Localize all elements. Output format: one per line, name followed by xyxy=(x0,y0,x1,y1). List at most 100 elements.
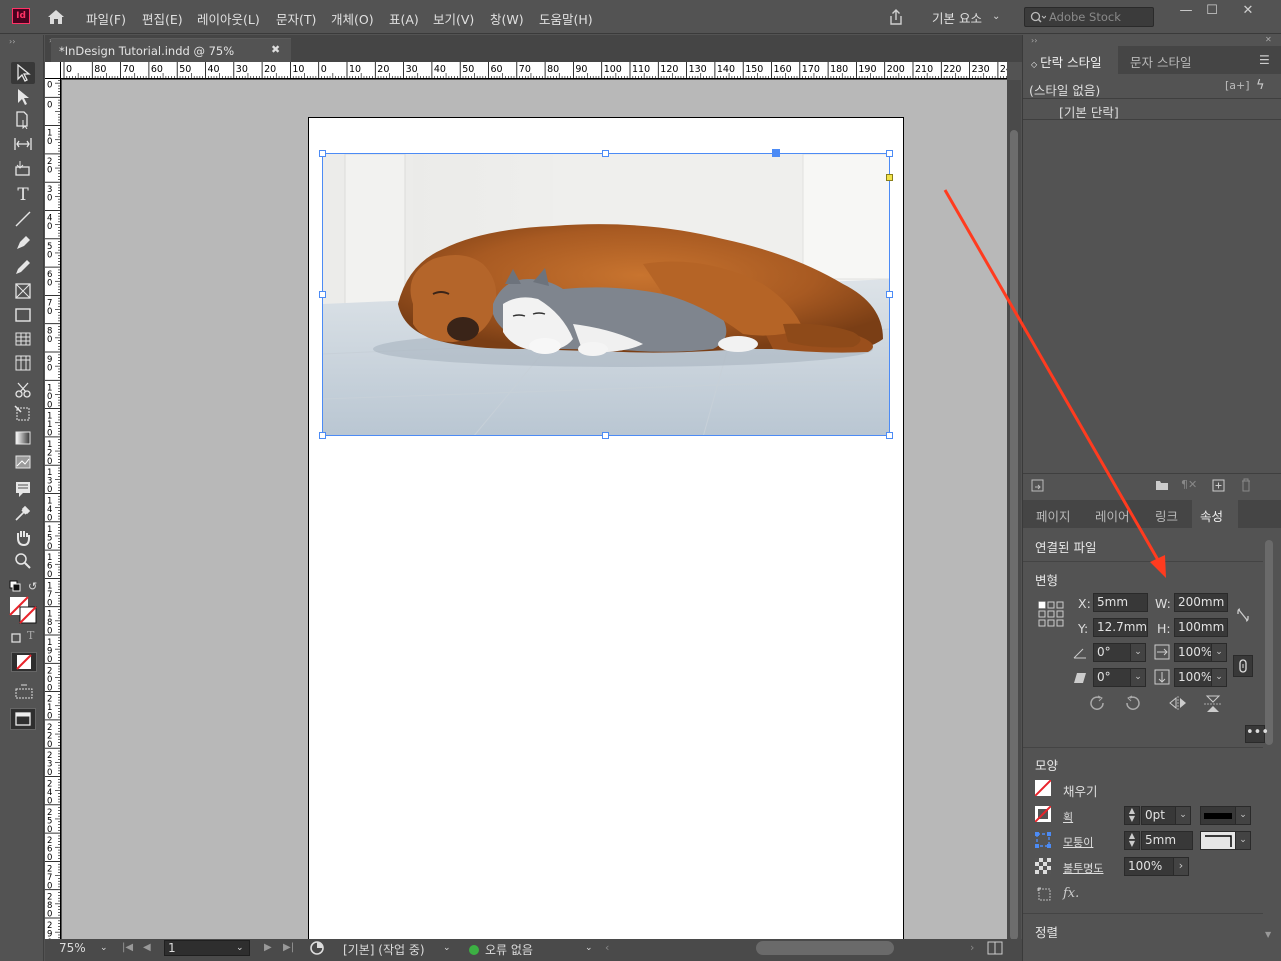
zoom-chevron-icon[interactable]: ⌄ xyxy=(100,943,108,953)
resize-handle[interactable] xyxy=(602,432,609,439)
object-effects-icon[interactable] xyxy=(1037,887,1053,906)
shear-angle-field[interactable]: 0° xyxy=(1093,668,1133,687)
menu-view[interactable]: 보기(V) xyxy=(433,9,474,28)
pencil-tool-icon[interactable] xyxy=(11,256,35,278)
hand-tool-icon[interactable] xyxy=(11,526,35,548)
swap-colors-icon[interactable]: ↺ xyxy=(28,580,37,593)
prev-page-icon[interactable]: ◀ xyxy=(143,942,151,953)
preflight-profile[interactable]: [기본] (작업 중) xyxy=(343,941,425,958)
tab-properties[interactable]: 속성 xyxy=(1192,500,1238,528)
menu-file[interactable]: 파일(F) xyxy=(86,9,126,28)
resize-handle[interactable] xyxy=(886,432,893,439)
rotation-angle-field[interactable]: 0° xyxy=(1093,643,1133,662)
rectangle-frame-tool-icon[interactable] xyxy=(11,280,35,302)
note-tool-icon[interactable] xyxy=(11,478,35,500)
line-tool-icon[interactable] xyxy=(11,208,35,230)
scrollbar-thumb[interactable] xyxy=(1010,130,1018,940)
fx-icon[interactable]: fx. xyxy=(1063,886,1079,901)
vertical-ruler[interactable]: 1001020304050607080901001101201301401501… xyxy=(45,79,61,939)
link-scale-icon[interactable] xyxy=(1233,655,1253,677)
free-transform-tool-icon[interactable] xyxy=(11,403,35,425)
apply-none-icon[interactable] xyxy=(11,652,37,672)
close-window-button[interactable]: ✕ xyxy=(1238,3,1258,19)
stroke-label[interactable]: 획 xyxy=(1063,809,1073,825)
corner-stepper[interactable]: ▲ ▼ xyxy=(1124,831,1140,850)
menu-help[interactable]: 도움말(H) xyxy=(539,9,593,28)
align-buttons-row[interactable] xyxy=(1037,947,1257,953)
scroll-down-icon[interactable]: ▼ xyxy=(1265,930,1271,939)
chevron-right-icon[interactable]: › xyxy=(1173,857,1189,876)
split-window-icon[interactable] xyxy=(987,941,1003,958)
scroll-left-icon[interactable]: ‹ xyxy=(605,941,609,954)
chevron-down-icon[interactable]: ⌄ xyxy=(992,11,1000,22)
page-chevron-icon[interactable]: ⌄ xyxy=(236,943,244,953)
normal-view-icon[interactable] xyxy=(10,708,36,730)
grid-tool-icon[interactable] xyxy=(11,352,35,374)
style-mapping-icon[interactable] xyxy=(1031,479,1045,496)
table-tool-icon[interactable] xyxy=(11,328,35,350)
share-icon[interactable] xyxy=(886,7,906,30)
style-list-item[interactable]: [기본 단락] xyxy=(1023,98,1281,120)
tab-links[interactable]: 링크 xyxy=(1147,500,1186,528)
quick-apply-icon[interactable]: [a+] xyxy=(1225,79,1250,92)
zoom-level[interactable]: 75% xyxy=(59,941,86,955)
type-tool-icon[interactable]: T xyxy=(11,184,35,206)
image-frame[interactable] xyxy=(322,153,890,436)
formatting-container-icon[interactable] xyxy=(11,632,21,646)
ruler-origin[interactable] xyxy=(45,62,61,79)
horizontal-ruler[interactable]: 0 80 70 60 50 40 30 20 10 0 10 20 30 40 50 60 70 80 90 100 1… xyxy=(61,62,1007,79)
resize-handle[interactable] xyxy=(886,291,893,298)
first-page-icon[interactable]: |◀ xyxy=(122,942,133,953)
home-icon[interactable] xyxy=(46,7,66,27)
preflight-status[interactable]: 오류 없음 xyxy=(485,941,533,958)
scale-x-field[interactable]: 100% xyxy=(1174,643,1214,662)
delete-style-icon[interactable] xyxy=(1240,478,1252,495)
menu-table[interactable]: 표(A) xyxy=(389,9,419,28)
profile-chevron-icon[interactable]: ⌄ xyxy=(443,943,451,953)
stroke-type-select[interactable] xyxy=(1200,806,1236,825)
horizontal-scrollbar-thumb[interactable] xyxy=(756,941,894,955)
height-field[interactable]: 100mm xyxy=(1174,618,1228,637)
menu-window[interactable]: 창(W) xyxy=(490,9,524,28)
collapse-icon[interactable]: ›› xyxy=(9,37,15,46)
tab-pages[interactable]: 페이지 xyxy=(1028,500,1079,528)
corner-label[interactable]: 모퉁이 xyxy=(1063,834,1093,850)
direct-selection-tool-icon[interactable] xyxy=(11,86,35,108)
y-position-field[interactable]: 12.7mm xyxy=(1093,618,1148,637)
pasteboard[interactable] xyxy=(62,80,1007,939)
stroke-weight-field[interactable]: 0pt xyxy=(1141,806,1177,825)
reference-point-icon[interactable] xyxy=(1038,601,1064,630)
fill-swatch-icon[interactable] xyxy=(1034,779,1052,799)
rectangle-tool-icon[interactable] xyxy=(11,304,35,326)
scroll-right-icon[interactable]: › xyxy=(970,941,974,954)
constrain-proportions-icon[interactable] xyxy=(1236,607,1250,626)
corner-shape-select[interactable] xyxy=(1200,831,1236,850)
opacity-label[interactable]: 불투명도 xyxy=(1063,860,1103,876)
scale-y-field[interactable]: 100% xyxy=(1174,668,1214,687)
stroke-stepper[interactable]: ▲ ▼ xyxy=(1124,806,1140,825)
zoom-tool-icon[interactable] xyxy=(11,550,35,572)
gradient-feather-tool-icon[interactable] xyxy=(11,451,35,473)
rotate-ccw-icon[interactable] xyxy=(1123,695,1141,716)
close-tab-icon[interactable]: ✖ xyxy=(271,43,280,56)
document-tab[interactable]: *InDesign Tutorial.indd @ 75% ✖ xyxy=(51,38,291,62)
preflight-chevron-icon[interactable]: ⌄ xyxy=(585,943,593,953)
rotate-cw-icon[interactable] xyxy=(1089,695,1107,716)
x-position-field[interactable]: 5mm xyxy=(1093,593,1148,612)
vertical-scrollbar[interactable] xyxy=(1007,80,1021,940)
eyedropper-tool-icon[interactable] xyxy=(11,502,35,524)
workspace-switcher[interactable]: 기본 요소 xyxy=(932,8,982,27)
clear-overrides-icon[interactable]: ¶✕ xyxy=(1181,478,1197,491)
selection-tool-icon[interactable] xyxy=(11,62,35,84)
gradient-tool-icon[interactable] xyxy=(11,427,35,449)
menu-layout[interactable]: 레이아웃(L) xyxy=(197,9,260,28)
adobe-stock-search[interactable]: Adobe Stock xyxy=(1024,7,1154,27)
content-collector-icon[interactable] xyxy=(11,157,35,179)
scissors-tool-icon[interactable] xyxy=(11,379,35,401)
flip-vertical-icon[interactable] xyxy=(1203,695,1223,716)
corner-size-field[interactable]: 5mm xyxy=(1141,831,1193,850)
opacity-field[interactable]: 100% xyxy=(1124,857,1174,876)
minimize-button[interactable]: — xyxy=(1176,3,1196,19)
live-corner-handle[interactable] xyxy=(886,174,893,181)
chevron-down-icon[interactable]: ⌄ xyxy=(1235,831,1251,850)
